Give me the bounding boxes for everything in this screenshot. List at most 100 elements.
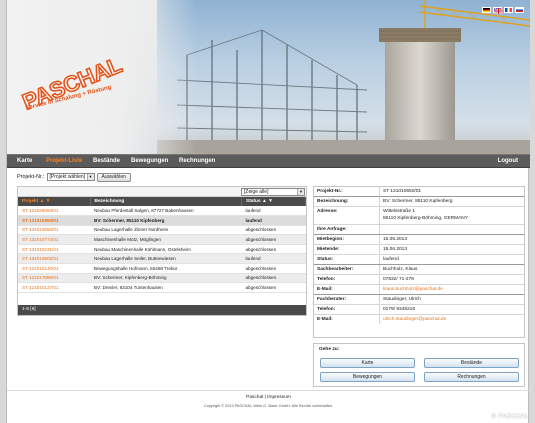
detail-row-email-2: E-Mail: ulrich.staudinger@paschal.de	[314, 315, 524, 324]
german-flag-icon[interactable]	[482, 7, 491, 13]
language-flags	[482, 7, 524, 14]
table-row[interactable]: ST 121017886/01 BV: Schermer, Kipfenberg…	[18, 273, 306, 284]
nav-karte[interactable]: Karte	[11, 155, 38, 168]
detail-row-telefon-2: Telefon: 0179/ 9348216	[314, 305, 524, 315]
paschal-logo: PASCHAL Service in Schalung + Rüstung	[18, 51, 131, 118]
project-status: abgeschlossen	[241, 225, 306, 236]
project-status: abgeschlossen	[241, 273, 306, 284]
detail-label: Status:	[314, 255, 380, 264]
email-link[interactable]: klaus.buchholz@paschal.de	[380, 285, 524, 294]
detail-label: Projekt-Nr.:	[314, 187, 380, 196]
chevron-down-icon: ▼	[297, 189, 304, 195]
project-number[interactable]: ST 131010231/01	[18, 244, 90, 255]
detail-label: Telefon:	[314, 305, 380, 314]
table-row[interactable]: ST 121028093/01 Neubau Pferdestall Salge…	[18, 206, 306, 217]
goto-bewegungen-button[interactable]: Bewegungen	[320, 372, 415, 382]
detail-row-mietbeginn: Mietbeginn: 15.05.2013	[314, 235, 524, 245]
detail-row-telefon: Telefon: 07832/ 71-278	[314, 275, 524, 285]
view-filter-select[interactable]: [Zeige alle] ▼	[241, 188, 305, 196]
detail-value: Staudinger, Ulrich	[383, 297, 421, 302]
project-table: Projekt ▲ ▼ Bezeichnung Status ▲ ▼ ST 12…	[18, 197, 306, 293]
column-bezeichnung: Bezeichnung	[90, 197, 242, 206]
project-number[interactable]: ST 121028093/01	[18, 206, 90, 217]
project-name: Bewegungshalle Hofmann, 65468 Trebur	[90, 263, 242, 274]
detail-label: Mietbeginn:	[314, 235, 380, 244]
table-row[interactable]: ST 131010652/01 Neubau Lagerhalle Zinner…	[18, 225, 306, 236]
project-number[interactable]: ST 131010774/01	[18, 234, 90, 245]
detail-label: E-Mail:	[314, 285, 380, 294]
column-status[interactable]: Status ▲ ▼	[241, 197, 306, 206]
detail-row-mietende: Mietende: 15.06.2013	[314, 245, 524, 255]
table-row[interactable]: ST 131010774/01 Maschinenhalle Motz, Mög…	[18, 234, 306, 245]
detail-label: E-Mail:	[314, 315, 380, 324]
project-status: laufend	[241, 215, 306, 226]
detail-value: 0179/ 9348216	[383, 307, 416, 312]
project-number-label: Projekt-Nr.:	[17, 174, 45, 180]
project-status: laufend	[241, 253, 306, 265]
uk-flag-icon[interactable]	[493, 7, 503, 14]
detail-row-projekt-nr: Projekt-Nr.: ST 131010650/01	[314, 187, 524, 197]
detail-label: Adresse:	[314, 207, 380, 224]
french-flag-icon[interactable]	[504, 7, 513, 13]
detail-label: Fachberater:	[314, 295, 380, 304]
project-number[interactable]: ST 131010650/01	[18, 215, 90, 226]
impressum-link[interactable]: Impressum	[267, 395, 291, 400]
table-row[interactable]: ST 131010802/01 Neubau Lagerhalle Seiler…	[18, 253, 306, 265]
page: PASCHAL Service in Schalung + Rüstung Ka…	[6, 0, 530, 423]
goto-panel: Gehe zu: Karte Bestände Bewegungen Rechn…	[313, 343, 525, 387]
table-row[interactable]: ST 121010140/01 Bewegungshalle Hofmann, …	[18, 263, 306, 274]
project-name: Neubau Lagerhalle Seiler, Buttenwiesen	[90, 253, 242, 265]
footer-separator: |	[264, 395, 266, 400]
project-name: BV: Schermer, 85110 Kipfenberg	[90, 215, 242, 226]
detail-label: Telefon:	[314, 275, 380, 284]
project-status: abgeschlossen	[241, 234, 306, 245]
project-status: abgeschlossen	[241, 244, 306, 255]
table-pager: 1-9 [9]	[18, 305, 306, 315]
paschal-link[interactable]: Paschal	[246, 395, 263, 400]
goto-rechnungen-button[interactable]: Rechnungen	[424, 372, 519, 382]
detail-row-email: E-Mail: klaus.buchholz@paschal.de	[314, 285, 524, 295]
nav-projekt-liste[interactable]: Projekt-Liste	[40, 155, 88, 168]
detail-value: 07832/ 71-278	[383, 277, 414, 282]
goto-bestaende-button[interactable]: Bestände	[424, 358, 519, 368]
nav-rechnungen[interactable]: Rechnungen	[173, 155, 221, 168]
table-row[interactable]: ST 131010650/01 BV: Schermer, 85110 Kipf…	[18, 215, 306, 226]
goto-title: Gehe zu:	[319, 347, 340, 352]
project-name: Neubau Maschinenhalle Kühlmann, Ostelshe…	[90, 244, 242, 255]
project-number[interactable]: ST 131010652/01	[18, 225, 90, 236]
detail-value: ST 131010650/01	[383, 189, 422, 194]
project-status: laufend	[241, 206, 306, 217]
footer: Paschal | Impressum Copyright © 2013 PAS…	[7, 390, 530, 423]
detail-value: BV: Schermer, 85110 Kipfenberg	[383, 199, 453, 204]
detail-value	[380, 225, 524, 234]
goto-karte-button[interactable]: Karte	[320, 358, 415, 368]
detail-label: Sachbearbeiter:	[314, 265, 380, 274]
column-projekt[interactable]: Projekt ▲ ▼	[18, 197, 91, 206]
russian-flag-icon[interactable]	[515, 7, 524, 13]
email-link[interactable]: ulrich.staudinger@paschal.de	[380, 315, 524, 324]
select-project-button[interactable]: Auswählen	[96, 172, 131, 182]
detail-value: 15.06.2013	[383, 247, 408, 252]
detail-row-bezeichnung: Bezeichnung: BV: Schermer, 85110 Kipfenb…	[314, 197, 524, 207]
header-banner: PASCHAL Service in Schalung + Rüstung	[7, 0, 530, 154]
detail-label: Ihre Anfrage:	[314, 225, 380, 234]
nav-bestaende[interactable]: Bestände	[87, 155, 126, 168]
chevron-down-icon: ▼	[86, 174, 94, 180]
main-nav: Karte Projekt-Liste Bestände Bewegungen …	[7, 154, 530, 168]
project-select[interactable]: [Projekt wählen] ▼	[46, 173, 95, 181]
project-number[interactable]: ST 121017886/01	[18, 273, 90, 284]
project-number[interactable]: ST 121010137/01	[18, 282, 90, 293]
project-list: [Zeige alle] ▼ Projekt ▲ ▼ Bezeichnung S…	[17, 186, 307, 316]
table-row[interactable]: ST 121010137/01 BV: Drexler, 83104 Tunte…	[18, 282, 306, 293]
view-filter-value: [Zeige alle]	[244, 189, 269, 195]
logout-button[interactable]: Logout	[492, 155, 524, 168]
project-select-value: [Projekt wählen]	[49, 174, 86, 180]
table-row[interactable]: ST 131010231/01 Neubau Maschinenhalle Kü…	[18, 244, 306, 255]
detail-address: Wittelsstraße 1 85110 Kipfenberg-Böhming…	[380, 207, 524, 224]
list-toolbar: [Zeige alle] ▼	[18, 187, 306, 197]
project-filter: Projekt-Nr.: [Projekt wählen] ▼ Auswähle…	[17, 172, 131, 182]
construction-illustration	[157, 0, 530, 154]
nav-bewegungen[interactable]: Bewegungen	[125, 155, 174, 168]
project-number[interactable]: ST 131010802/01	[18, 253, 90, 265]
project-number[interactable]: ST 121010140/01	[18, 263, 90, 274]
